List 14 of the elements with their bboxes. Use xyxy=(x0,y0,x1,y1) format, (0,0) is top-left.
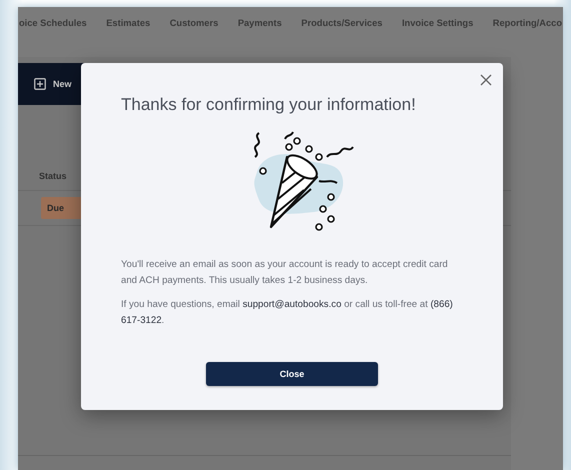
nav-tab[interactable]: Invoice Settings xyxy=(402,18,474,28)
email-link[interactable]: support@autobooks.co xyxy=(242,299,342,310)
plus-square-icon xyxy=(34,78,46,90)
contact-paragraph: If you have questions, email support@autobooks.co or call us toll-free at (866) 617-3122. xyxy=(121,298,454,328)
column-header: Status xyxy=(39,171,67,181)
close-button[interactable]: Close xyxy=(206,362,378,386)
nav-tab[interactable]: Customers xyxy=(170,18,218,28)
nav-tab[interactable]: Estimates xyxy=(106,18,150,28)
nav-tab[interactable]: Products/Services xyxy=(301,18,382,28)
nav-tab[interactable]: oice Schedules xyxy=(19,18,87,28)
nav-tab[interactable]: Reporting/Acco xyxy=(492,18,562,28)
info-paragraph: You'll receive an email as soon as your account is ready to accept credit card and ACH payments. This usually takes 1-2 business days. xyxy=(121,258,449,288)
nav-tab[interactable]: Payments xyxy=(238,18,282,28)
dialog-title: Thanks for confirming your information! xyxy=(121,95,417,115)
